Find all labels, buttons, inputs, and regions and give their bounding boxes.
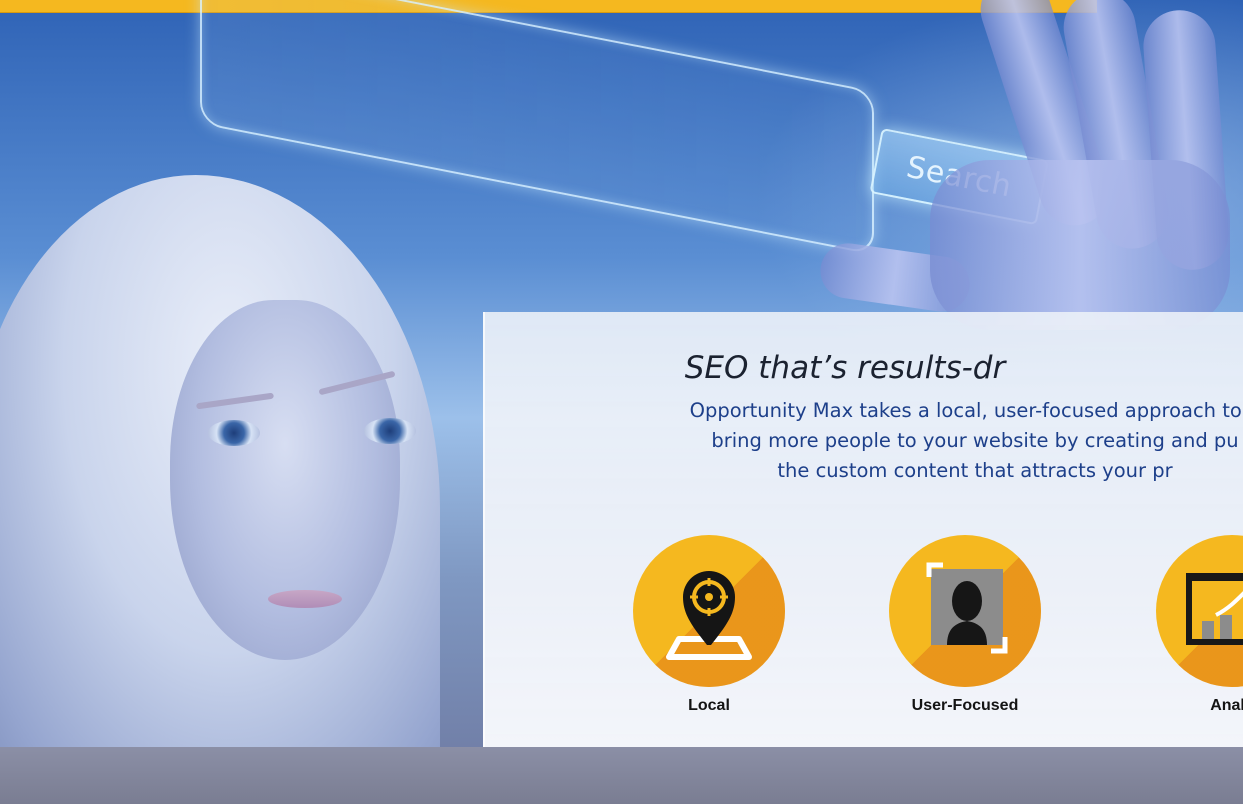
hero-photo-eye (364, 418, 416, 444)
description-line: the custom content that attracts your pr (777, 459, 1173, 482)
feature-analytics: Analy (1156, 535, 1243, 715)
feature-label: Local (688, 697, 730, 714)
feature-icon-circle (889, 535, 1041, 687)
bottom-strip (0, 747, 1243, 804)
feature-icon-circle (633, 535, 785, 687)
description-line: bring more people to your website by cre… (711, 429, 1239, 452)
hero-photo-hand (816, 0, 1243, 330)
feature-icon-circle (1156, 535, 1243, 687)
user-profile-icon (926, 562, 1008, 654)
section-description: Opportunity Max takes a local, user-focu… (480, 396, 1243, 486)
feature-user-focused: User-Focused (889, 535, 1041, 715)
map-pin-icon (666, 571, 752, 660)
feature-label: User-Focused (911, 697, 1019, 714)
feature-local: Local (633, 535, 785, 715)
description-line: Opportunity Max takes a local, user-focu… (689, 399, 1243, 422)
analytics-chart-icon (1186, 573, 1243, 645)
feature-label: Analy (1210, 697, 1243, 714)
hero-banner: Search SEO that’s results-dr Opportunity… (0, 0, 1243, 804)
hero-photo-eye (208, 420, 260, 446)
section-heading: SEO that’s results-dr (684, 350, 1006, 386)
hero-photo-lips (268, 590, 342, 608)
